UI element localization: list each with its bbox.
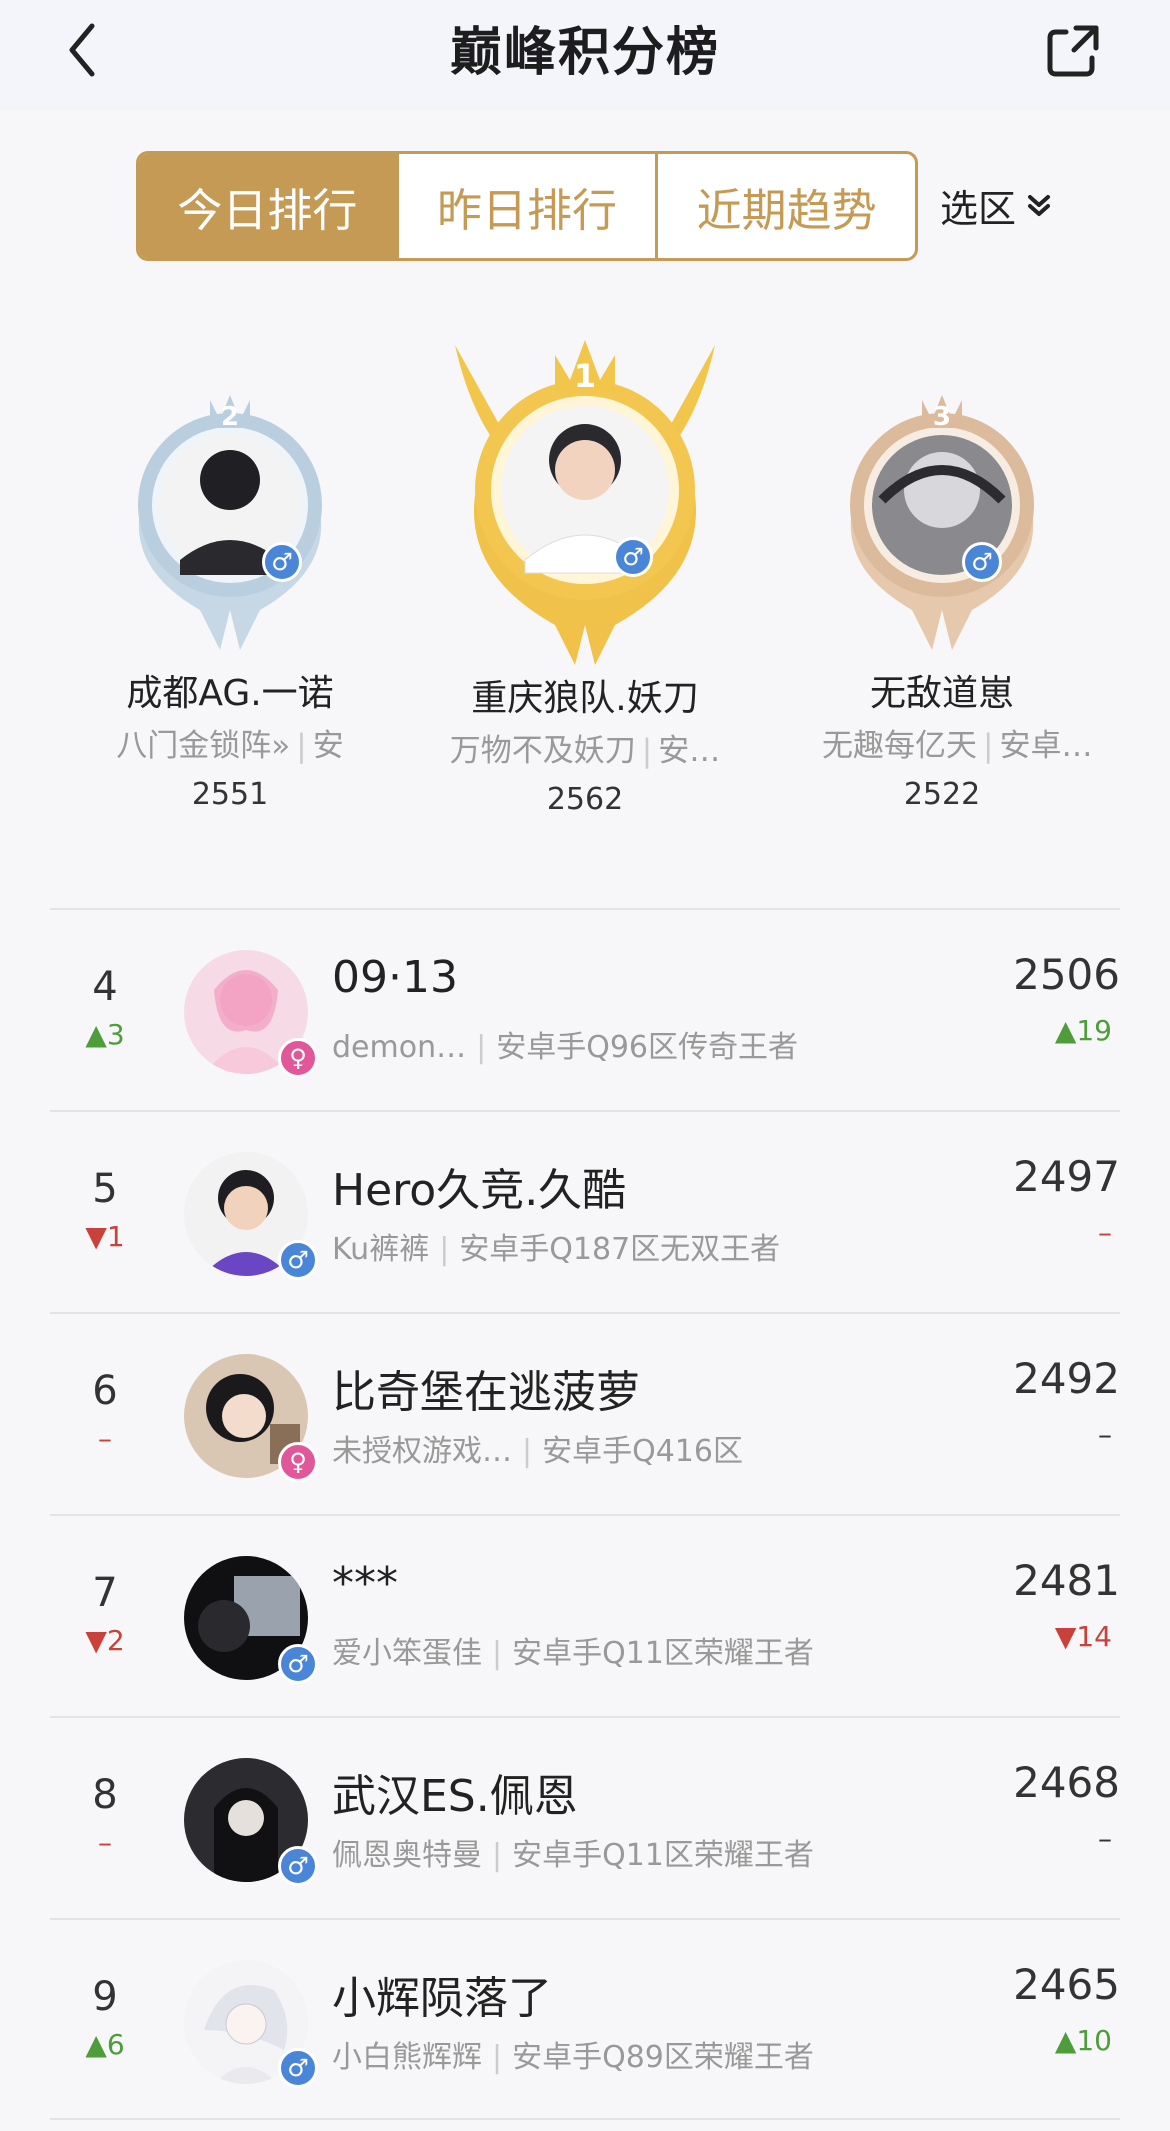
player-sub: 爱小笨蛋佳 | 安卓手Q11区荣耀王者: [332, 1636, 814, 1671]
bronze-medal-frame-icon: 3: [850, 395, 1034, 650]
player-sub: 八门金锁阵» | 安: [116, 728, 344, 764]
game-name: 小白熊辉辉: [332, 2040, 482, 2075]
podium-first[interactable]: 1 ♂ 重庆狼队.妖刀 万物不及妖刀 | 安… 2562: [435, 325, 735, 817]
svg-text:1: 1: [574, 357, 596, 395]
platform: 安: [312, 728, 344, 764]
player-name: 小辉陨落了: [332, 1973, 552, 2024]
player-name: 比奇堡在逃菠萝: [332, 1367, 640, 1418]
player-sub: 万物不及妖刀 | 安…: [449, 733, 721, 769]
player-score: 2551: [191, 777, 269, 812]
list-item[interactable]: 5 ▼1 ♂ Hero久竞.久酷 Ku裤裤 | 安卓手Q187区无双王者 2497 …: [50, 1112, 1120, 1312]
game-name: 八门金锁阵»: [116, 728, 291, 764]
rank-change: ▼2: [85, 1624, 125, 1657]
region-label: 选区: [940, 187, 1017, 231]
player-name: 武汉ES.佩恩: [332, 1771, 578, 1822]
rank-number: 6: [92, 1368, 118, 1414]
male-icon: ♂: [278, 1846, 318, 1886]
tab-trend[interactable]: 近期趋势: [658, 154, 915, 258]
region-selector[interactable]: 选区: [940, 178, 1054, 233]
rank-number: 4: [92, 964, 118, 1010]
game-name: demon…: [332, 1030, 467, 1065]
score: 2492: [1013, 1354, 1120, 1403]
rank-change: ▼1: [85, 1220, 125, 1253]
male-icon: ♂: [262, 542, 302, 582]
female-icon: ♀: [278, 1038, 318, 1078]
female-icon: ♀: [278, 1442, 318, 1482]
player-sub: 佩恩奥特曼 | 安卓手Q11区荣耀王者: [332, 1838, 814, 1873]
list-item[interactable]: 4 ▲3 ♀ 09·13 demon… | 安卓手Q96区传奇王者 2506 ▲19: [50, 910, 1120, 1110]
score-change: –: [1098, 1216, 1112, 1249]
game-name: 无趣每亿天: [822, 728, 977, 764]
player-name: 成都AG.一诺: [126, 673, 334, 714]
player-name: 09·13: [332, 952, 458, 1003]
divider: [50, 2118, 1120, 2120]
player-sub: 未授权游戏… | 安卓手Q416区: [332, 1434, 743, 1469]
list-item[interactable]: 9 ▲6 ♂ 小辉陨落了 小白熊辉辉 | 安卓手Q89区荣耀王者 2465 ▲10: [50, 1920, 1120, 2120]
top-bar: 巅峰积分榜: [0, 0, 1170, 110]
share-icon[interactable]: [1044, 20, 1104, 80]
double-chevron-down-icon: [1028, 194, 1051, 216]
rank-number: 7: [92, 1570, 118, 1616]
score: 2497: [1013, 1152, 1120, 1201]
tab-today[interactable]: 今日排行: [139, 154, 399, 258]
server-name: 安卓手Q416区: [542, 1434, 743, 1469]
game-name: 爱小笨蛋佳: [332, 1636, 482, 1671]
rank-change: ▲3: [85, 1018, 125, 1051]
player-name: 无敌道崽: [869, 673, 1014, 714]
player-score: 2562: [546, 782, 624, 817]
player-name: ***: [332, 1558, 398, 1609]
player-score: 2522: [903, 777, 981, 812]
player-sub: 无趣每亿天 | 安卓…: [822, 728, 1093, 764]
page-title: 巅峰积分榜: [449, 23, 720, 83]
svg-text:3: 3: [933, 402, 951, 432]
svg-text:2: 2: [221, 402, 239, 432]
rank-change: ▲6: [85, 2028, 125, 2061]
score: 2506: [1013, 950, 1120, 999]
rank-change: –: [98, 1422, 112, 1455]
score: 2468: [1013, 1758, 1120, 1807]
score: 2465: [1013, 1960, 1120, 2009]
rank-change: –: [98, 1826, 112, 1859]
list-item[interactable]: 7 ▼2 ♂ *** 爱小笨蛋佳 | 安卓手Q11区荣耀王者 2481 ▼14: [50, 1516, 1120, 1716]
score: 2481: [1013, 1556, 1120, 1605]
list-item[interactable]: 6 – ♀ 比奇堡在逃菠萝 未授权游戏… | 安卓手Q416区 2492 –: [50, 1314, 1120, 1514]
male-icon: ♂: [613, 537, 653, 577]
ranking-tabs: 今日排行 昨日排行 近期趋势: [136, 151, 918, 261]
rank-number: 8: [92, 1772, 118, 1818]
server-name: 安卓手Q187区无双王者: [459, 1232, 781, 1267]
platform: 安卓…: [999, 728, 1093, 764]
score-change: –: [1098, 1822, 1112, 1855]
rank-number: 5: [92, 1166, 118, 1212]
score-change: ▲19: [1054, 1014, 1112, 1047]
server-name: 安卓手Q11区荣耀王者: [512, 1636, 814, 1671]
game-name: 未授权游戏…: [332, 1434, 512, 1469]
player-sub: Ku裤裤 | 安卓手Q187区无双王者: [332, 1232, 781, 1267]
game-name: 佩恩奥特曼: [332, 1838, 482, 1873]
player-sub: demon… | 安卓手Q96区传奇王者: [332, 1030, 798, 1065]
server-name: 安卓手Q89区荣耀王者: [512, 2040, 814, 2075]
platform: 安…: [658, 733, 721, 769]
server-name: 安卓手Q11区荣耀王者: [512, 1838, 814, 1873]
list-item[interactable]: 8 – ♂ 武汉ES.佩恩 佩恩奥特曼 | 安卓手Q11区荣耀王者 2468 –: [50, 1718, 1120, 1918]
podium-third[interactable]: 3 ♂ 无敌道崽 无趣每亿天 | 安卓… 2522: [822, 370, 1093, 812]
male-icon: ♂: [278, 1644, 318, 1684]
player-name: Hero久竞.久酷: [332, 1165, 627, 1216]
male-icon: ♂: [962, 542, 1002, 582]
score-change: ▲10: [1054, 2024, 1112, 2057]
podium-second[interactable]: 2 ♂ 成都AG.一诺 八门金锁阵» | 安 2551: [110, 370, 350, 812]
server-name: 安卓手Q96区传奇王者: [496, 1030, 798, 1065]
silver-medal-frame-icon: 2: [138, 395, 322, 650]
rank-number: 9: [92, 1974, 118, 2020]
gold-medal-frame-icon: 1: [455, 340, 715, 665]
player-name: 重庆狼队.妖刀: [471, 678, 699, 719]
score-change: –: [1098, 1418, 1112, 1451]
game-name: 万物不及妖刀: [449, 733, 636, 769]
male-icon: ♂: [278, 1240, 318, 1280]
tab-yesterday[interactable]: 昨日排行: [399, 154, 659, 258]
male-icon: ♂: [278, 2048, 318, 2088]
score-change: ▼14: [1054, 1620, 1112, 1653]
game-name: Ku裤裤: [332, 1232, 430, 1267]
player-sub: 小白熊辉辉 | 安卓手Q89区荣耀王者: [332, 2040, 814, 2075]
